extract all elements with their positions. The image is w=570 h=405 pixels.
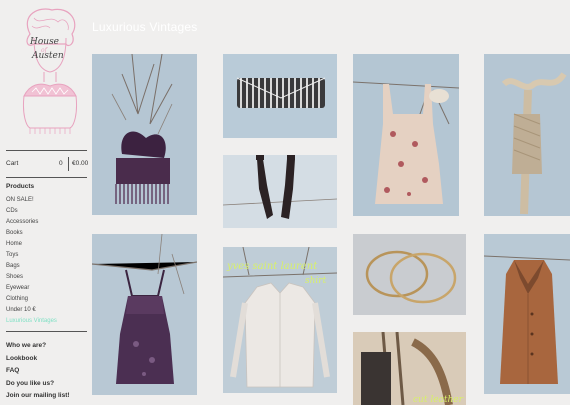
- do-you-like-us-link[interactable]: Do you like us?: [6, 378, 70, 391]
- who-we-are-link[interactable]: Who we are?: [6, 340, 70, 353]
- cart-count: 0: [59, 160, 63, 167]
- info-links: Who we are? Lookbook FAQ Do you like us?…: [6, 340, 70, 403]
- svg-text:cut leather: cut leather: [413, 395, 464, 405]
- sequin-clutch-image: [223, 54, 337, 138]
- fringed-bag-image: [92, 54, 197, 215]
- category-link-on-sale[interactable]: ON SALE!: [6, 195, 57, 206]
- house-austen-logo[interactable]: House of Austen: [10, 4, 88, 134]
- category-link-toys[interactable]: Toys: [6, 250, 57, 261]
- products-heading: Products: [6, 183, 35, 190]
- product-tile[interactable]: [92, 234, 197, 395]
- faq-link[interactable]: FAQ: [6, 365, 70, 378]
- lookbook-link[interactable]: Lookbook: [6, 353, 70, 366]
- category-link-accessories[interactable]: Accessories: [6, 217, 57, 228]
- category-link-home[interactable]: Home: [6, 239, 57, 250]
- product-tile[interactable]: [223, 155, 337, 228]
- page-title: Luxurious Vintages: [92, 20, 198, 34]
- cart-total: €0.00: [72, 160, 89, 167]
- product-tile[interactable]: cut leather: [353, 332, 466, 405]
- leather-gloves-image: [223, 155, 337, 228]
- floral-dress-image: [353, 54, 459, 216]
- purple-dress-image: [92, 234, 197, 395]
- product-tile[interactable]: [223, 54, 337, 138]
- category-link-bags[interactable]: Bags: [6, 261, 57, 272]
- category-link-under-10[interactable]: Under 10 €: [6, 305, 57, 316]
- product-tile[interactable]: [353, 234, 466, 315]
- sidebar-divider: [6, 331, 87, 332]
- category-link-luxurious-vintages[interactable]: Luxurious Vintages: [6, 316, 57, 327]
- product-tile[interactable]: yves saint laurent shirt: [223, 247, 337, 393]
- branch-lace-top-image: [484, 54, 570, 216]
- sidebar: House of Austen Cart 0 €0.00 Products ON…: [0, 0, 92, 405]
- mailing-list-link[interactable]: Join our mailing list!: [6, 390, 70, 403]
- leather-accessory-image: cut leather: [353, 332, 466, 405]
- category-link-cds[interactable]: CDs: [6, 206, 57, 217]
- product-tile[interactable]: [353, 54, 459, 216]
- product-tile[interactable]: [484, 234, 570, 394]
- category-link-eyewear[interactable]: Eyewear: [6, 283, 57, 294]
- category-link-clothing[interactable]: Clothing: [6, 294, 57, 305]
- cart-divider: [68, 157, 69, 171]
- product-tile[interactable]: [484, 54, 570, 216]
- svg-text:Austen: Austen: [31, 51, 64, 61]
- category-link-shoes[interactable]: Shoes: [6, 272, 57, 283]
- ysl-shirt-image: yves saint laurent shirt: [223, 247, 337, 393]
- cart-label[interactable]: Cart: [6, 160, 18, 167]
- svg-text:shirt: shirt: [305, 276, 327, 286]
- category-list: ON SALE! CDs Accessories Books Home Toys…: [6, 195, 57, 327]
- logo-illustration-icon: House of Austen: [23, 8, 77, 134]
- category-link-books[interactable]: Books: [6, 228, 57, 239]
- product-tile[interactable]: [92, 54, 197, 215]
- cart-widget[interactable]: Cart 0 €0.00: [6, 150, 89, 178]
- fur-collar-coat-image: [484, 234, 570, 394]
- svg-text:yves saint laurent: yves saint laurent: [226, 261, 318, 272]
- gold-bangles-image: [353, 234, 466, 315]
- svg-text:House: House: [29, 37, 59, 47]
